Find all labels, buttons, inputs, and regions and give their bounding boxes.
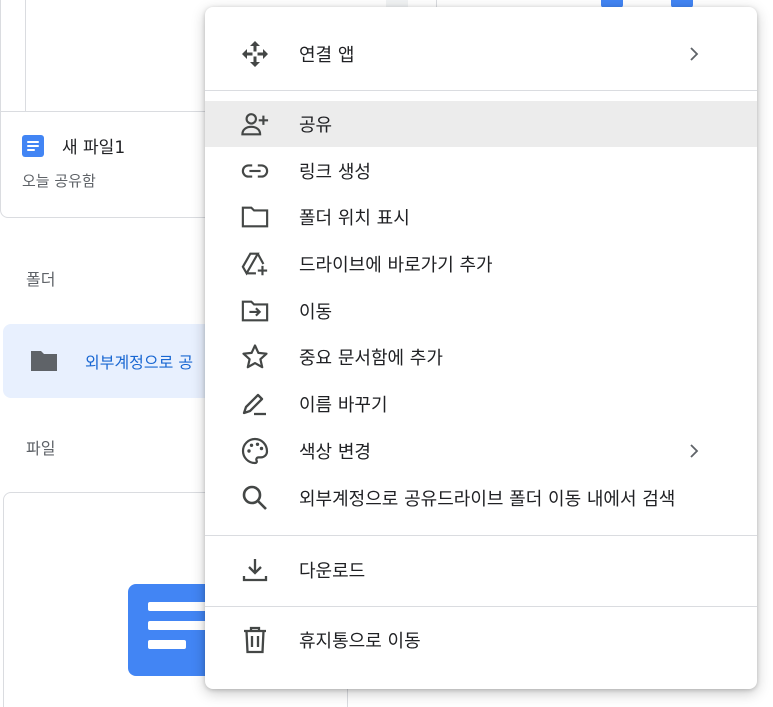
menu-item-label: 외부계정으로 공유드라이브 폴더 이동 내에서 검색 [299, 489, 676, 510]
folder-outline-icon [241, 203, 269, 231]
menu-item-label: 이동 [299, 302, 333, 323]
doc-shared-date: 오늘 공유함 [22, 172, 96, 190]
drive-add-shortcut-icon [241, 250, 269, 278]
folder-item[interactable]: 외부계정으로 공 [3, 324, 223, 398]
menu-divider [205, 606, 757, 607]
star-icon [241, 343, 269, 371]
menu-item-search-within[interactable]: 외부계정으로 공유드라이브 폴더 이동 내에서 검색 [205, 475, 757, 521]
palette-icon [241, 437, 269, 465]
menu-item-label: 폴더 위치 표시 [299, 208, 410, 229]
menu-item-get-link[interactable]: 링크 생성 [205, 148, 757, 194]
menu-item-label: 드라이브에 바로가기 추가 [299, 255, 493, 276]
person-add-icon [241, 110, 269, 138]
chevron-right-icon [689, 47, 699, 61]
menu-item-rename[interactable]: 이름 바꾸기 [205, 381, 757, 427]
link-icon [241, 157, 269, 185]
folder-name: 외부계정으로 공 [85, 353, 194, 372]
menu-item-label: 링크 생성 [299, 162, 371, 183]
menu-item-add-to-starred[interactable]: 중요 문서함에 추가 [205, 334, 757, 380]
move-to-folder-icon [241, 297, 269, 325]
menu-item-move-to-trash[interactable]: 휴지통으로 이동 [205, 617, 757, 663]
folder-icon [29, 349, 59, 373]
menu-item-label: 연결 앱 [299, 45, 355, 66]
download-icon [241, 556, 269, 584]
menu-item-label: 다운로드 [299, 561, 366, 582]
menu-item-label: 이름 바꾸기 [299, 395, 388, 416]
menu-divider [205, 535, 757, 536]
menu-divider [205, 90, 757, 91]
context-menu: 연결 앱 공유 링크 생성 폴더 위치 표시 드라이브에 바로가기 추가 이동 … [205, 7, 757, 689]
trash-icon [241, 626, 269, 654]
menu-item-share[interactable]: 공유 [205, 101, 757, 147]
menu-item-label: 휴지통으로 이동 [299, 631, 421, 652]
menu-item-show-folder-location[interactable]: 폴더 위치 표시 [205, 194, 757, 240]
search-icon [241, 484, 269, 512]
menu-item-label: 중요 문서함에 추가 [299, 348, 443, 369]
menu-item-label: 색상 변경 [299, 442, 371, 463]
chevron-right-icon [689, 444, 699, 458]
menu-item-move[interactable]: 이동 [205, 288, 757, 334]
section-heading-folders: 폴더 [26, 270, 56, 289]
menu-item-download[interactable]: 다운로드 [205, 547, 757, 593]
doc-card-title-row[interactable]: 새 파일1 [22, 133, 125, 158]
section-heading-files: 파일 [26, 439, 56, 458]
menu-item-add-shortcut[interactable]: 드라이브에 바로가기 추가 [205, 241, 757, 287]
google-docs-icon [22, 134, 44, 157]
move-arrows-icon [241, 40, 269, 68]
doc-title: 새 파일1 [62, 138, 126, 158]
menu-item-connected-apps[interactable]: 연결 앱 [205, 31, 757, 77]
rename-pen-icon [241, 390, 269, 418]
menu-item-label: 공유 [299, 115, 333, 136]
menu-item-change-color[interactable]: 색상 변경 [205, 428, 757, 474]
